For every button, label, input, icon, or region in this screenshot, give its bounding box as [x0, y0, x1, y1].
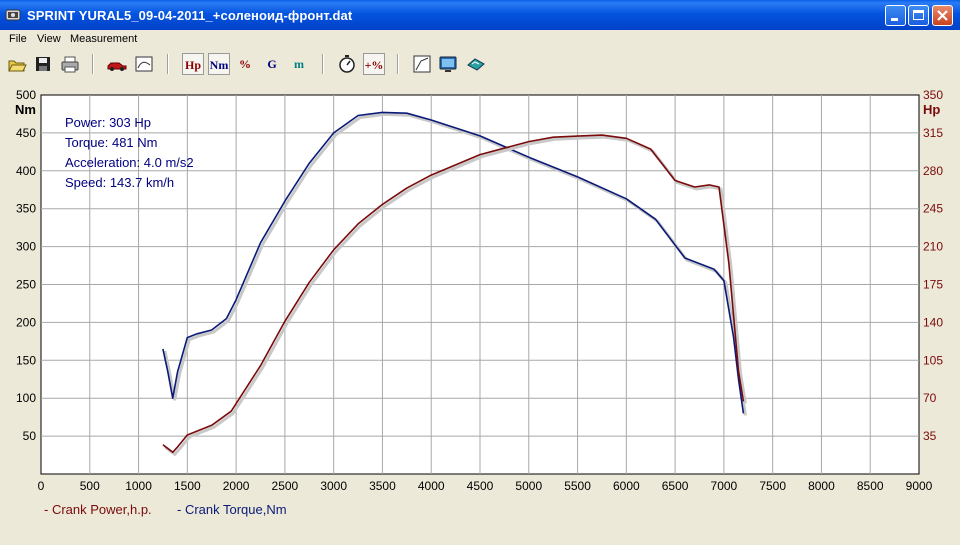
info-speed: Speed: 143.7 km/h [65, 175, 174, 190]
m-button[interactable]: m [288, 53, 310, 75]
close-icon [937, 10, 948, 21]
window-title: SPRINT YURAL5_09-04-2011_+соленоид-фронт… [27, 8, 353, 23]
export-button[interactable] [465, 53, 487, 75]
minimize-button[interactable] [885, 5, 906, 26]
x-tick-label: 6000 [613, 479, 640, 493]
m-label: m [294, 57, 304, 71]
graph-window-button[interactable] [133, 53, 155, 75]
menu-view[interactable]: View [37, 33, 61, 45]
curve-chart-icon [413, 55, 431, 73]
y-left-tick-label: 250 [16, 278, 36, 292]
title-bar[interactable]: SPRINT YURAL5_09-04-2011_+соленоид-фронт… [0, 0, 960, 30]
legend-torque: - Crank Torque,Nm [177, 502, 287, 517]
x-tick-label: 4500 [467, 479, 494, 493]
y-right-tick-label: 175 [923, 278, 943, 292]
y-left-tick-label: 450 [16, 126, 36, 140]
y-left-tick-label: 200 [16, 315, 36, 329]
info-torque: Torque: 481 Nm [65, 135, 158, 150]
right-axis-unit-label: Hp [923, 102, 940, 117]
g-button[interactable]: G [261, 53, 283, 75]
x-tick-label: 5500 [564, 479, 591, 493]
x-tick-label: 7500 [759, 479, 786, 493]
x-tick-label: 2500 [272, 479, 299, 493]
x-tick-label: 2000 [223, 479, 250, 493]
close-button[interactable] [932, 5, 953, 26]
menu-file[interactable]: File [9, 33, 27, 45]
monitor-icon [439, 56, 457, 72]
save-button[interactable] [32, 53, 54, 75]
hp-label: Hp [184, 58, 201, 72]
save-disk-icon [36, 57, 50, 71]
toolbar-separator [397, 54, 399, 74]
y-left-tick-label: 400 [16, 164, 36, 178]
x-tick-label: 500 [80, 479, 100, 493]
export-icon [467, 58, 485, 71]
y-right-tick-label: 35 [923, 429, 937, 443]
menu-measurement[interactable]: Measurement [70, 33, 137, 45]
car-button[interactable] [106, 53, 128, 75]
nm-label: Nm [209, 58, 229, 72]
percent-label: % [239, 57, 251, 71]
x-tick-label: 4000 [418, 479, 445, 493]
dyno-chart-panel: 0 500 1000 1500 2000 2500 3000 3500 4000 4500 5000… [0, 79, 960, 540]
hp-toggle[interactable]: Hp [182, 53, 204, 75]
curve-chart-button[interactable] [411, 53, 433, 75]
menu-bar: File View Measurement [0, 30, 960, 49]
y-right-tick-label: 70 [923, 391, 937, 405]
info-acceleration: Acceleration: 4.0 m/s2 [65, 155, 194, 170]
plus-percent-label: +% [364, 58, 384, 72]
plus-percent-toggle[interactable]: +% [363, 53, 385, 75]
x-tick-label: 0 [38, 479, 45, 493]
x-tick-label: 1000 [125, 479, 152, 493]
x-tick-label: 8000 [808, 479, 835, 493]
x-tick-label: 3000 [320, 479, 347, 493]
y-right-tick-label: 280 [923, 164, 943, 178]
stopwatch-icon [339, 55, 355, 73]
y-right-tick-label: 140 [923, 315, 943, 329]
toolbar: Hp Nm % G m +% [0, 49, 960, 79]
dyno-chart: 0 500 1000 1500 2000 2500 3000 3500 4000 4500 5000… [15, 88, 943, 493]
stopwatch-button[interactable] [336, 53, 358, 75]
x-tick-label: 9000 [906, 479, 933, 493]
y-left-tick-label: 150 [16, 353, 36, 367]
x-tick-label: 8500 [857, 479, 884, 493]
y-right-tick-label: 105 [923, 353, 943, 367]
app-icon [5, 9, 21, 21]
x-tick-label: 5000 [515, 479, 542, 493]
toolbar-separator [92, 54, 94, 74]
x-tick-label: 6500 [662, 479, 689, 493]
graph-window-icon [135, 56, 153, 72]
maximize-icon [913, 10, 924, 20]
y-left-tick-label: 300 [16, 240, 36, 254]
y-left-tick-label: 350 [16, 202, 36, 216]
percent-button[interactable]: % [234, 53, 256, 75]
legend-power: - Crank Power,h.p. [44, 502, 152, 517]
open-button[interactable] [6, 53, 28, 75]
info-power: Power: 303 Hp [65, 115, 151, 130]
left-axis-unit-label: Nm [15, 102, 36, 117]
nm-toggle[interactable]: Nm [208, 53, 230, 75]
x-tick-label: 7000 [711, 479, 738, 493]
open-folder-icon [8, 60, 27, 72]
y-left-tick-label: 500 [16, 88, 36, 102]
monitor-button[interactable] [437, 53, 459, 75]
maximize-button[interactable] [908, 5, 929, 26]
y-left-tick-label: 100 [16, 391, 36, 405]
x-tick-label: 1500 [174, 479, 201, 493]
g-label: G [267, 57, 277, 71]
car-icon [107, 62, 127, 71]
toolbar-separator [167, 54, 169, 74]
y-right-tick-label: 210 [923, 240, 943, 254]
x-tick-label: 3500 [369, 479, 396, 493]
y-right-tick-label: 350 [923, 88, 943, 102]
y-left-tick-label: 50 [23, 429, 37, 443]
print-button[interactable] [59, 53, 81, 75]
minimize-icon [891, 18, 898, 21]
print-icon [61, 56, 79, 73]
y-right-tick-label: 245 [923, 202, 943, 216]
toolbar-separator [322, 54, 324, 74]
y-right-tick-label: 315 [923, 126, 943, 140]
